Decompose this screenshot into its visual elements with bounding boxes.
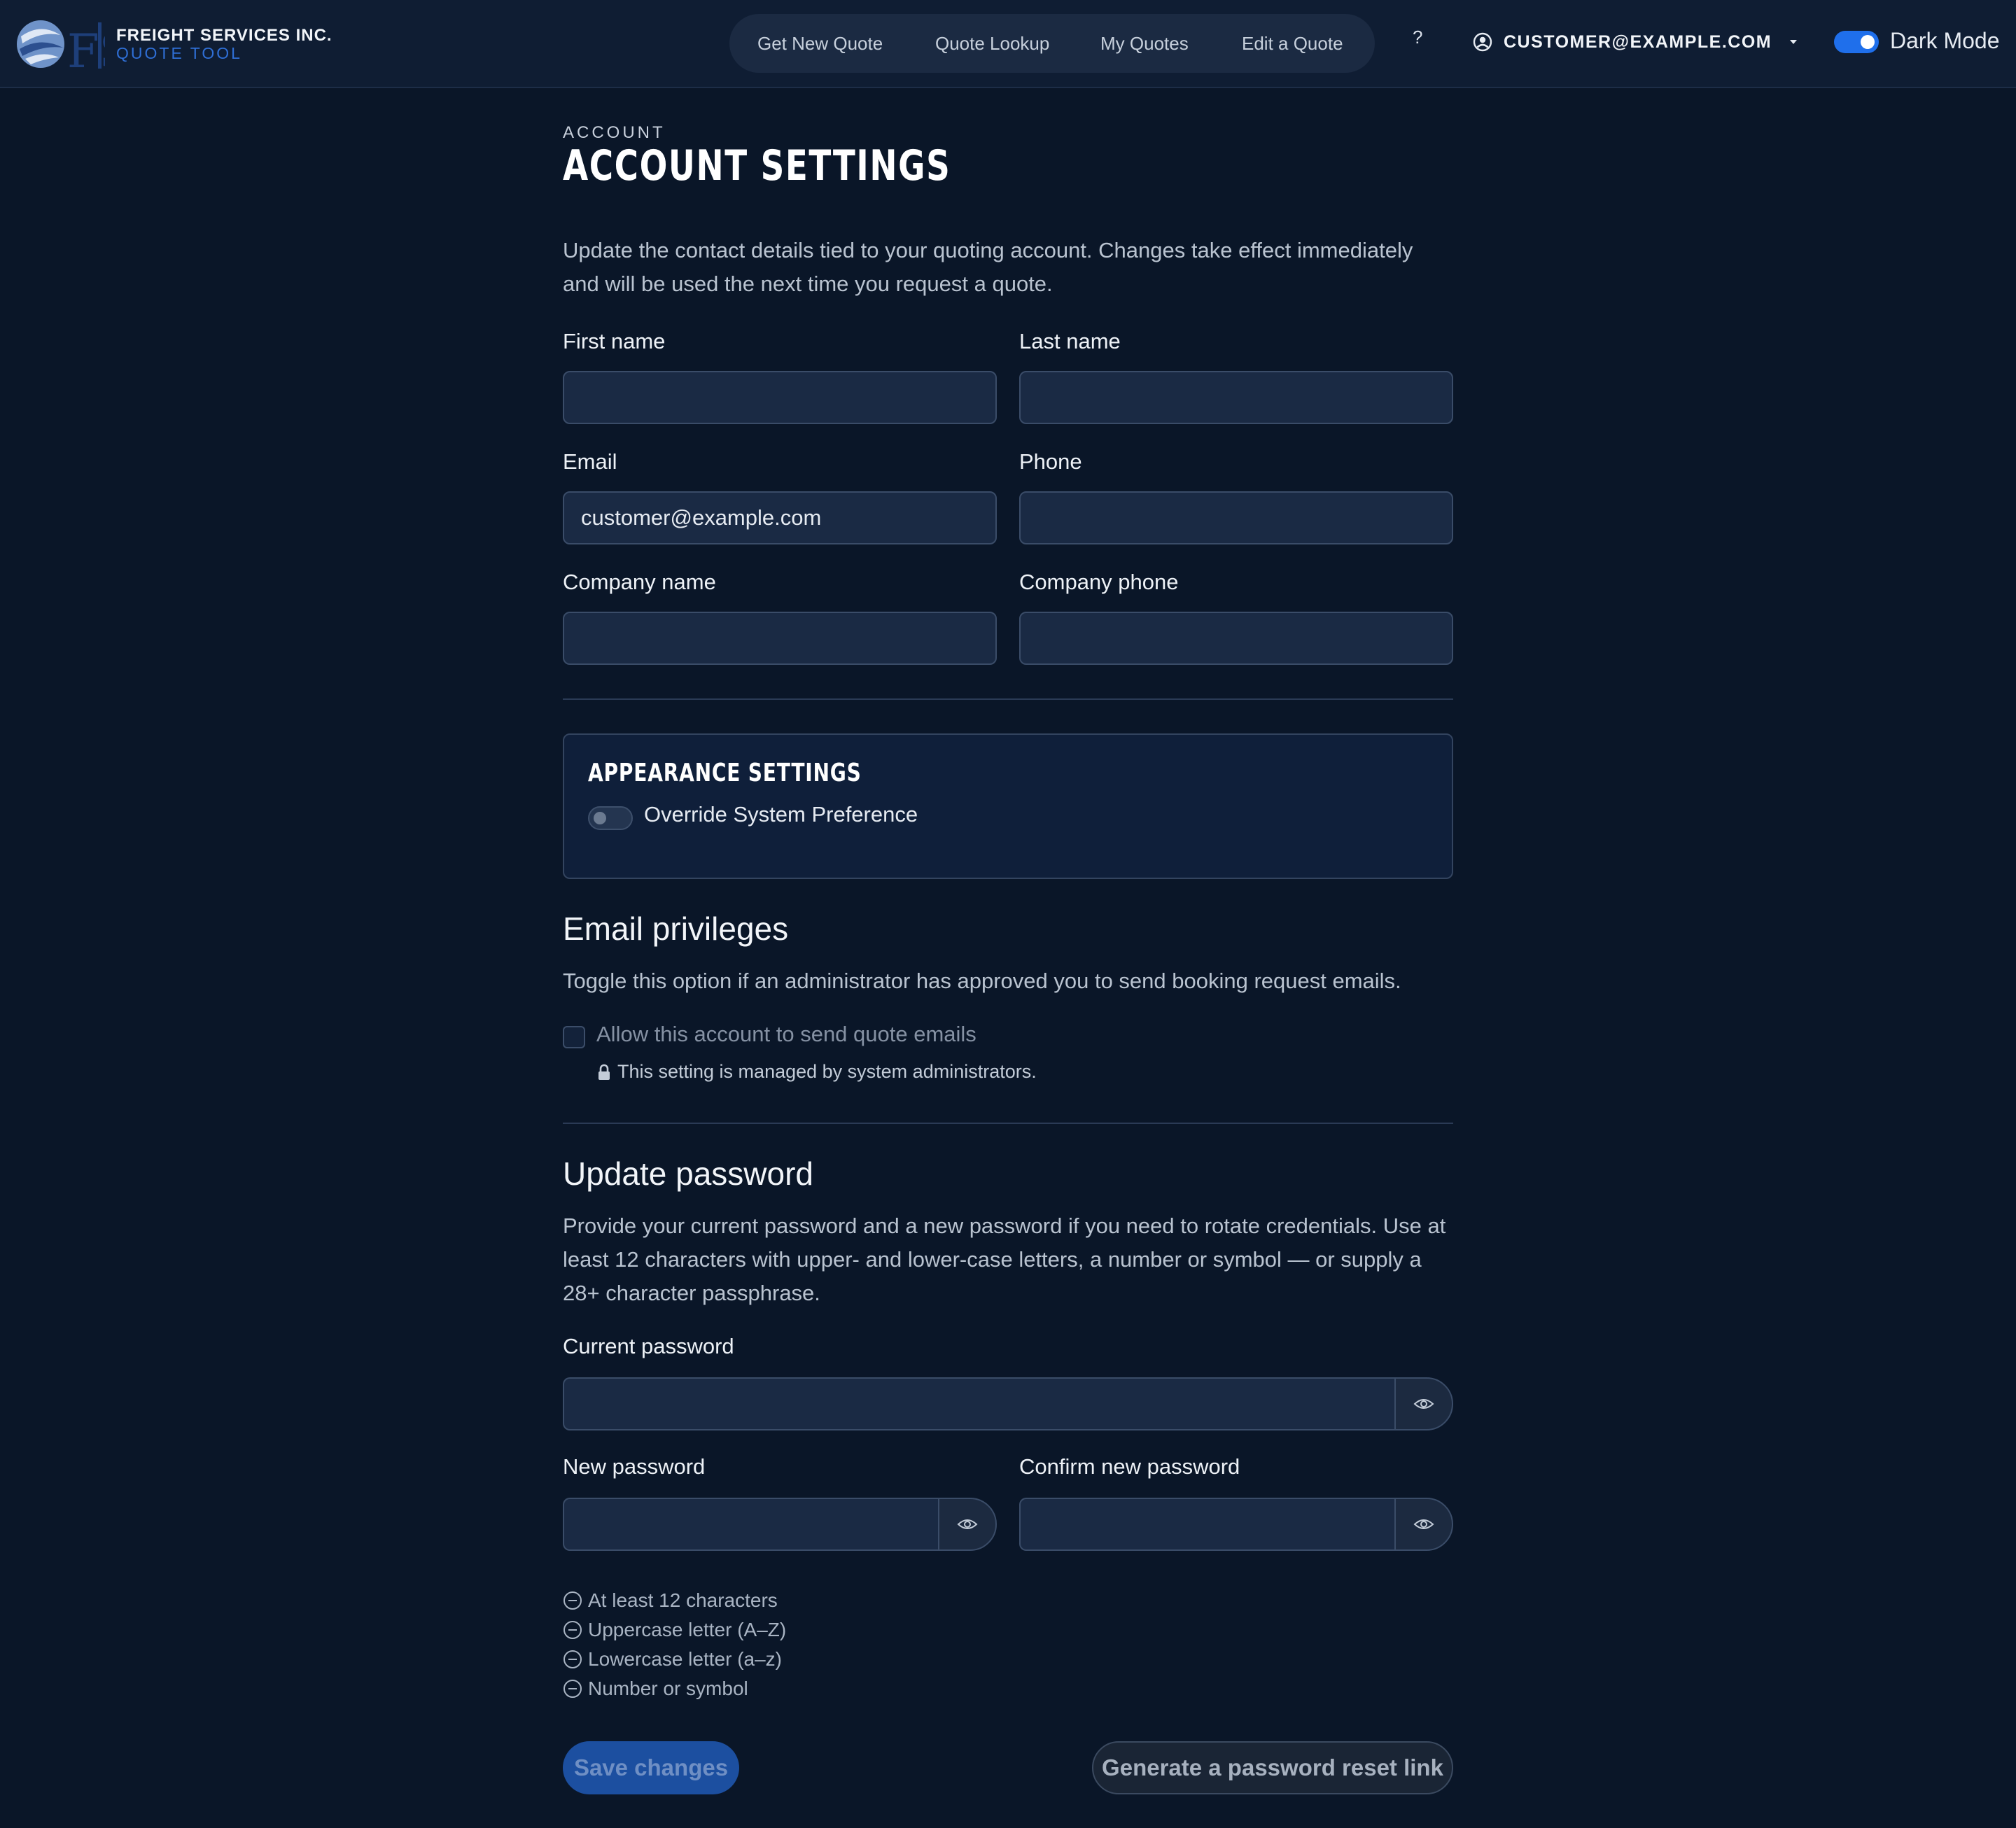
last-name-input[interactable] — [1019, 371, 1453, 424]
save-changes-button[interactable]: Save changes — [563, 1741, 739, 1794]
first-name-label: First name — [563, 329, 666, 353]
company-logo-icon: FS — [17, 20, 105, 73]
company-name-input[interactable] — [563, 612, 997, 665]
current-password-label: Current password — [563, 1334, 734, 1358]
page-eyebrow: ACCOUNT — [563, 123, 666, 142]
confirm-password-input[interactable] — [1019, 1498, 1394, 1551]
generate-reset-link-button[interactable]: Generate a password reset link — [1092, 1741, 1453, 1794]
override-system-preference-toggle[interactable] — [588, 806, 633, 830]
lock-icon — [598, 1064, 610, 1080]
nav-get-new-quote[interactable]: Get New Quote — [757, 14, 883, 73]
company-phone-input[interactable] — [1019, 612, 1453, 665]
minus-circle-icon — [564, 1591, 582, 1610]
email-label: Email — [563, 449, 617, 474]
chevron-down-icon — [1790, 40, 1798, 44]
main-nav: Get New Quote Quote Lookup My Quotes Edi… — [729, 14, 1375, 73]
show-new-password-button[interactable] — [938, 1498, 997, 1551]
company-phone-label: Company phone — [1019, 570, 1179, 594]
current-password-group — [563, 1377, 1453, 1430]
new-password-group — [563, 1498, 997, 1551]
phone-input[interactable] — [1019, 491, 1453, 544]
email-privileges-heading: Email privileges — [563, 911, 789, 947]
new-password-input[interactable] — [563, 1498, 938, 1551]
requirement-item: Lowercase letter (a–z) — [563, 1645, 786, 1674]
last-name-label: Last name — [1019, 329, 1121, 353]
brand-name: FREIGHT SERVICES INC. — [116, 25, 332, 45]
eye-icon — [957, 1519, 978, 1529]
email-input[interactable] — [563, 491, 997, 544]
override-system-preference-label: Override System Preference — [644, 802, 918, 827]
phone-label: Phone — [1019, 449, 1082, 474]
appearance-title: APPEARANCE SETTINGS — [588, 759, 862, 787]
minus-circle-icon — [564, 1650, 582, 1668]
update-password-heading: Update password — [563, 1155, 813, 1192]
confirm-password-group — [1019, 1498, 1453, 1551]
page-title: ACCOUNT SETTINGS — [563, 141, 951, 190]
company-name-label: Company name — [563, 570, 716, 594]
brand-subtitle: QUOTE TOOL — [116, 43, 242, 62]
managed-setting-text: This setting is managed by system admini… — [617, 1061, 1037, 1082]
requirement-item: Number or symbol — [563, 1674, 786, 1703]
user-email: CUSTOMER@EXAMPLE.COM — [1504, 31, 1772, 52]
new-password-label: New password — [563, 1454, 706, 1479]
update-password-text: Provide your current password and a new … — [563, 1214, 1446, 1305]
show-confirm-password-button[interactable] — [1394, 1498, 1453, 1551]
email-privileges-text: Toggle this option if an administrator h… — [563, 969, 1401, 993]
eye-icon — [1413, 1399, 1434, 1409]
dark-mode-label: Dark Mode — [1890, 28, 2000, 53]
dark-mode-toggle[interactable] — [1834, 31, 1879, 53]
send-quote-emails-checkbox[interactable] — [563, 1026, 585, 1048]
nav-my-quotes[interactable]: My Quotes — [1100, 14, 1189, 73]
requirement-text: Uppercase letter (A–Z) — [588, 1619, 787, 1640]
divider — [563, 1123, 1453, 1124]
page-intro: Update the contact details tied to your … — [563, 238, 1413, 296]
divider — [563, 698, 1453, 700]
nav-edit-a-quote[interactable]: Edit a Quote — [1242, 14, 1343, 73]
current-password-input[interactable] — [563, 1377, 1394, 1430]
first-name-input[interactable] — [563, 371, 997, 424]
nav-quote-lookup[interactable]: Quote Lookup — [935, 14, 1049, 73]
eye-icon — [1413, 1519, 1434, 1529]
requirement-item: Uppercase letter (A–Z) — [563, 1615, 786, 1645]
requirement-text: Lowercase letter (a–z) — [588, 1648, 783, 1670]
send-quote-emails-label: Allow this account to send quote emails — [596, 1022, 976, 1046]
minus-circle-icon — [564, 1680, 582, 1698]
show-current-password-button[interactable] — [1394, 1377, 1453, 1430]
requirement-text: Number or symbol — [588, 1678, 748, 1699]
managed-setting-note: This setting is managed by system admini… — [598, 1061, 1037, 1083]
requirement-item: At least 12 characters — [563, 1586, 786, 1615]
user-circle-icon — [1473, 32, 1492, 52]
user-menu[interactable]: CUSTOMER@EXAMPLE.COM — [1473, 22, 1798, 62]
help-button[interactable]: ? — [1413, 27, 1422, 48]
top-navbar: FS FREIGHT SERVICES INC. QUOTE TOOL Get … — [0, 0, 2016, 88]
confirm-password-label: Confirm new password — [1019, 1454, 1240, 1479]
minus-circle-icon — [564, 1621, 582, 1639]
requirement-text: At least 12 characters — [588, 1589, 778, 1611]
brand[interactable]: FS FREIGHT SERVICES INC. QUOTE TOOL — [15, 15, 332, 73]
password-requirements: At least 12 characters Uppercase letter … — [563, 1586, 786, 1703]
appearance-settings-card: APPEARANCE SETTINGS Override System Pref… — [563, 733, 1453, 879]
